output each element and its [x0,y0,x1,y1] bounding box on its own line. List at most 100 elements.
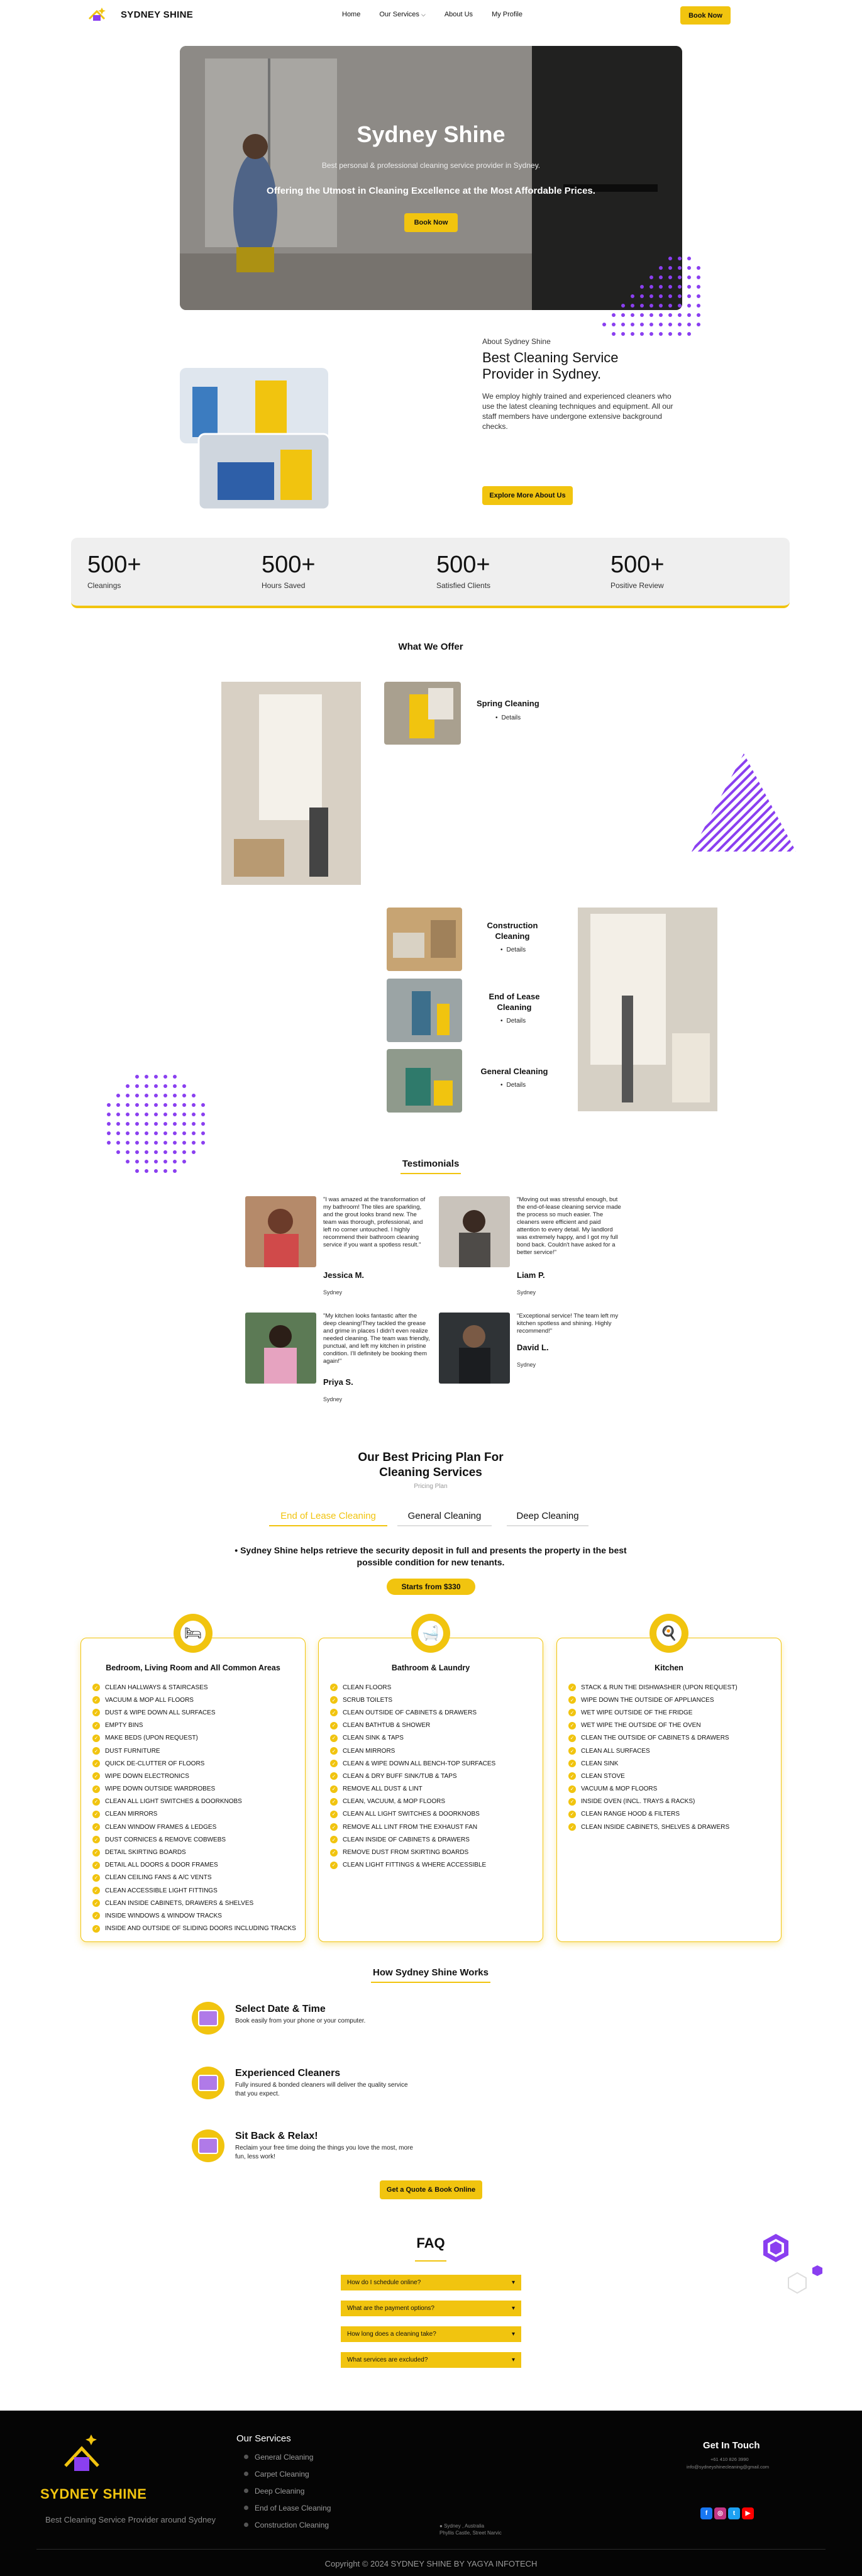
footer-link[interactable]: Carpet Cleaning [244,2465,331,2482]
spring-details-link[interactable]: Details [495,714,521,721]
decor-dot [135,1131,139,1135]
pricing-item: ✓ STACK & RUN THE DISHWASHER (UPON REQUES… [568,1681,775,1694]
check-icon: ✓ [92,1810,100,1818]
stat-label: Cleanings [87,581,121,590]
decor-dot [678,332,682,336]
nav-my-profile[interactable]: My Profile [492,11,522,18]
check-icon: ✓ [330,1721,338,1729]
stat-number: 500+ [611,552,665,578]
instagram-icon[interactable]: ◎ [714,2507,726,2519]
pricing-item-label: REMOVE ALL LINT FROM THE EXHAUST FAN [343,1823,478,1831]
pricing-item: ✓ EMPTY BINS [92,1719,299,1732]
decor-dot [631,294,634,298]
how-title: How Sydney Shine Works [373,1967,489,1978]
hero-book-now-button[interactable]: Book Now [404,213,458,232]
decor-dot [145,1150,148,1154]
pricing-item: ✓ QUICK DE-CLUTTER OF FLOORS [92,1757,299,1770]
decor-dot [182,1150,186,1154]
stat-number: 500+ [262,552,316,578]
check-icon: ✓ [330,1836,338,1844]
youtube-icon[interactable]: ▶ [742,2507,754,2519]
general-details-link[interactable]: Details [500,1082,526,1089]
faq-item[interactable]: What services are excluded? ▾ [341,2352,521,2368]
service-spring-cleaning[interactable]: Spring Cleaning [477,698,539,709]
decor-dot [163,1150,167,1154]
pricing-item: ✓ VACUUM & MOP ALL FLOORS [92,1694,299,1706]
decor-dot [668,266,672,270]
decor-dot [173,1131,177,1135]
social-links: f ◎ t ▶ [700,2507,754,2519]
decor-dot [126,1141,130,1145]
check-icon: ✓ [92,1912,100,1920]
pricing-items: ✓ CLEAN FLOORS ✓ SCRUB TOILETS ✓ CLEAN OUTSID… [330,1681,536,1872]
tab-general-cleaning[interactable]: General Cleaning [397,1511,492,1526]
service-general-cleaning[interactable]: General Cleaning [480,1066,549,1077]
testimonials-heading: Testimonials [336,1158,525,1174]
footer-services-list: General Cleaning Carpet Cleaning Deep Cl… [244,2448,331,2533]
pricing-item-label: QUICK DE-CLUTTER OF FLOORS [105,1760,205,1767]
pricing-item: ✓ CLEAN ACCESSIBLE LIGHT FITTINGS [92,1884,299,1897]
title-underline [415,2260,446,2262]
nav-about-us[interactable]: About Us [445,11,473,18]
twitter-icon[interactable]: t [728,2507,740,2519]
footer-link[interactable]: Construction Cleaning [244,2516,331,2533]
price-button[interactable]: Starts from $330 [387,1579,475,1595]
testimonials-title: Testimonials [402,1158,460,1169]
decor-dot [173,1103,177,1107]
check-icon: ✓ [92,1785,100,1793]
decor-dot [687,313,691,317]
decor-dot [687,257,691,260]
vacuum-room-photo [578,908,717,1111]
decor-dot [668,304,672,308]
pricing-item-label: WET WIPE OUTSIDE OF THE FRIDGE [581,1709,693,1716]
brand-logo[interactable]: SYDNEY SHINE [87,6,193,23]
facebook-icon[interactable]: f [700,2507,712,2519]
pricing-item: ✓ DUST CORNICES & REMOVE COBWEBS [92,1833,299,1846]
decor-dot [192,1103,196,1107]
faq-item[interactable]: What are the payment options? ▾ [341,2301,521,2316]
avatar [245,1313,316,1384]
pricing-column-kitchen: Kitchen ✓ STACK & RUN THE DISHWASHER (UPO… [556,1638,782,1942]
pricing-item-label: CLEAN SINK & TAPS [343,1735,404,1742]
header-book-now-button[interactable]: Book Now [680,6,731,25]
faq-item[interactable]: How long does a cleaning take? ▾ [341,2326,521,2342]
decor-dot [182,1160,186,1163]
decor-dot [135,1075,139,1079]
pricing-items: ✓ CLEAN HALLWAYS & STAIRCASES ✓ VACUUM & MO… [92,1681,299,1935]
tab-end-of-lease[interactable]: End of Lease Cleaning [269,1511,387,1526]
pricing-item-label: WET WIPE THE OUTSIDE OF THE OVEN [581,1722,701,1729]
decor-dot [145,1075,148,1079]
stat-number: 500+ [436,552,490,578]
pricing-item-label: DUST FURNITURE [105,1747,160,1755]
end-of-lease-details-link[interactable]: Details [500,1018,526,1024]
check-icon: ✓ [92,1696,100,1704]
explore-about-button[interactable]: Explore More About Us [482,486,573,505]
step-title: Experienced Cleaners [235,2068,341,2079]
footer-brand: SYDNEY SHINE [40,2486,147,2502]
pricing-item: ✓ CLEAN INSIDE CABINETS, SHELVES & DRAWER… [568,1821,775,1833]
testimonial-name: Liam P. [517,1270,545,1280]
decor-dot [116,1150,120,1154]
footer-phone[interactable]: +61 410 826 3990 [710,2457,749,2462]
service-end-of-lease-cleaning[interactable]: End of Lease Cleaning [480,991,549,1013]
footer-email[interactable]: info@sydneyshinecleaning@gmail.com [687,2464,769,2470]
decor-dot [640,323,644,326]
tab-deep-cleaning[interactable]: Deep Cleaning [507,1511,588,1526]
footer-link[interactable]: End of Lease Cleaning [244,2499,331,2516]
kitchen-icon: 🍳 [649,1614,688,1653]
get-quote-button[interactable]: Get a Quote & Book Online [380,2180,482,2199]
pricing-item: ✓ WIPE DOWN OUTSIDE WARDROBES [92,1783,299,1796]
faq-item[interactable]: How do I schedule online? ▾ [341,2275,521,2290]
decor-dot [135,1141,139,1145]
service-construction-cleaning[interactable]: Construction Cleaning [478,920,547,941]
title-underline [401,1173,461,1174]
construction-details-link[interactable]: Details [500,947,526,953]
pricing-item-label: REMOVE ALL DUST & LINT [343,1785,423,1793]
stat-satisfied-clients: 500+ Satisfied Clients [436,552,490,590]
footer-link[interactable]: General Cleaning [244,2448,331,2465]
pricing-item-label: CLEAN WINDOW FRAMES & LEDGES [105,1823,217,1831]
check-icon: ✓ [92,1684,100,1692]
footer-link[interactable]: Deep Cleaning [244,2482,331,2499]
nav-our-services[interactable]: Our Services ⌵ [379,11,425,18]
nav-home[interactable]: Home [342,11,360,18]
